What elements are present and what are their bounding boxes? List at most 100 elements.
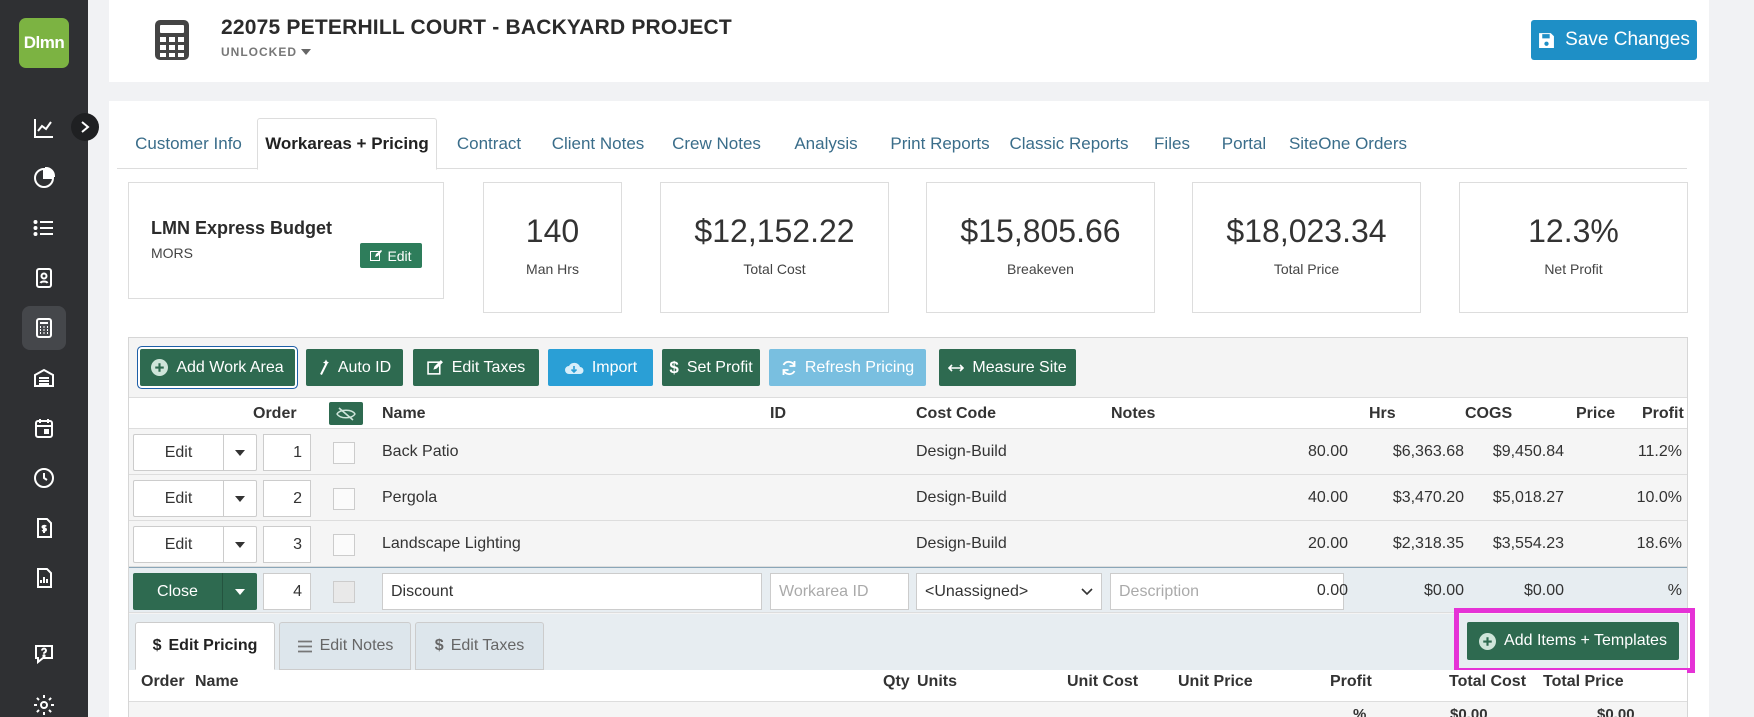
row-edit-button[interactable]: Edit	[134, 435, 224, 470]
row-options-dropdown[interactable]	[223, 573, 257, 610]
row-cost-code: Design-Build	[916, 489, 1007, 506]
chart-line-icon[interactable]	[22, 106, 66, 150]
save-changes-button[interactable]: Save Changes	[1531, 20, 1697, 60]
order-input[interactable]: 3	[263, 526, 311, 563]
app-logo[interactable]: Dlmn	[19, 18, 69, 68]
tab-crew-notes[interactable]: Crew Notes	[658, 118, 775, 169]
col-cost-code: Cost Code	[916, 405, 996, 422]
subtab-edit-notes[interactable]: Edit Notes	[279, 622, 411, 670]
save-changes-label: Save Changes	[1565, 29, 1690, 50]
budget-edit-button[interactable]: Edit	[360, 243, 422, 268]
refresh-pricing-button[interactable]: Refresh Pricing	[769, 349, 926, 386]
row-checkbox[interactable]	[333, 488, 355, 510]
col-units: Units	[917, 673, 957, 690]
row-edit-button[interactable]: Edit	[134, 527, 224, 562]
tab-print-reports[interactable]: Print Reports	[878, 118, 1002, 169]
row-profit: 10.0%	[1636, 489, 1682, 506]
pie-chart-icon[interactable]	[22, 156, 66, 200]
tab-classic-reports[interactable]: Classic Reports	[1003, 118, 1135, 169]
auto-id-button[interactable]: Auto ID	[306, 349, 403, 386]
sidebar: Dlmn	[0, 0, 88, 717]
order-input[interactable]: 2	[263, 480, 311, 517]
refresh-icon	[782, 360, 796, 375]
add-work-area-label: Add Work Area	[176, 358, 284, 376]
import-button[interactable]: Import	[548, 349, 653, 386]
row-options-dropdown[interactable]	[224, 481, 256, 516]
row-checkbox[interactable]	[333, 442, 355, 464]
row-edit-split-button: Edit	[133, 434, 257, 471]
tab-contract[interactable]: Contract	[439, 118, 539, 169]
settings-gear-icon[interactable]	[22, 683, 66, 717]
list-icon[interactable]	[22, 206, 66, 250]
workarea-name-input[interactable]: Discount	[382, 573, 762, 610]
contact-card-icon[interactable]	[22, 256, 66, 300]
stat-value: $15,805.66	[960, 213, 1121, 249]
tab-client-notes[interactable]: Client Notes	[539, 118, 657, 169]
row-edit-split-button: Edit	[133, 480, 257, 517]
subtab-edit-taxes[interactable]: $ Edit Taxes	[415, 622, 544, 670]
col-qty: Qty	[883, 673, 910, 690]
calculator-icon[interactable]	[22, 306, 66, 350]
add-work-area-button[interactable]: Add Work Area	[140, 349, 295, 386]
tab-analysis[interactable]: Analysis	[775, 118, 877, 169]
clock-icon[interactable]	[22, 456, 66, 500]
tab-customer-info[interactable]: Customer Info	[117, 118, 260, 169]
line-item-profit: %	[1353, 706, 1367, 717]
measure-site-button[interactable]: Measure Site	[939, 349, 1076, 386]
help-chat-icon[interactable]	[22, 632, 66, 676]
eye-slash-icon	[336, 406, 356, 421]
stat-card-total-price: $18,023.34 Total Price	[1192, 182, 1421, 313]
row-hrs: 40.00	[1307, 489, 1348, 506]
stat-value: 12.3%	[1528, 213, 1619, 249]
row-cogs: $0.00	[1423, 582, 1464, 599]
stat-label: Total Price	[1273, 261, 1340, 277]
row-price: $3,554.23	[1492, 535, 1564, 552]
refresh-pricing-label: Refresh Pricing	[804, 358, 915, 376]
stat-card-man-hrs: 140 Man Hrs	[483, 182, 622, 313]
row-options-dropdown[interactable]	[224, 435, 256, 470]
col-order: Order	[253, 405, 297, 422]
stat-value: $12,152.22	[694, 213, 855, 249]
tab-siteone-orders[interactable]: SiteOne Orders	[1282, 118, 1414, 169]
order-input[interactable]: 4	[263, 573, 311, 610]
sidebar-collapse-button[interactable]	[71, 113, 99, 141]
arrows-horizontal-icon	[948, 363, 965, 372]
col-profit: Profit	[1330, 673, 1372, 690]
invoice-icon[interactable]	[22, 506, 66, 550]
row-options-dropdown[interactable]	[224, 527, 256, 562]
dollar-icon: $	[669, 357, 679, 377]
tab-portal[interactable]: Portal	[1208, 118, 1280, 169]
caret-down-icon	[235, 541, 245, 548]
warehouse-icon[interactable]	[22, 356, 66, 400]
order-input[interactable]: 1	[263, 434, 311, 471]
row-price: $0.00	[1523, 582, 1564, 599]
row-hrs: 0.00	[1316, 582, 1348, 599]
auto-id-label: Auto ID	[337, 358, 392, 376]
row-edit-button[interactable]: Edit	[134, 481, 224, 516]
report-icon[interactable]	[22, 556, 66, 600]
set-profit-label: Set Profit	[686, 358, 753, 376]
workarea-table-header: Order Name ID Cost Code Notes Hrs COGS P…	[129, 397, 1687, 429]
set-profit-button[interactable]: $ Set Profit	[662, 349, 760, 386]
row-edit-split-button: Edit	[133, 526, 257, 563]
cost-code-select[interactable]: <Unassigned>	[916, 573, 1102, 610]
workarea-id-input[interactable]: Workarea ID	[770, 573, 909, 610]
notes-description-input[interactable]: Description	[1110, 573, 1344, 610]
pencil-square-icon	[427, 360, 443, 375]
edit-taxes-button[interactable]: Edit Taxes	[413, 349, 539, 386]
row-checkbox[interactable]	[333, 581, 355, 603]
dollar-icon: $	[152, 637, 162, 654]
row-checkbox[interactable]	[333, 534, 355, 556]
tab-files[interactable]: Files	[1137, 118, 1207, 169]
stat-card-net-profit: 12.3% Net Profit	[1459, 182, 1688, 313]
lock-status-dropdown[interactable]: UNLOCKED	[221, 45, 312, 59]
subtab-edit-pricing[interactable]: $ Edit Pricing	[135, 622, 275, 670]
col-name: Name	[382, 405, 426, 422]
col-unit-cost: Unit Cost	[1067, 673, 1139, 690]
toggle-visibility-button[interactable]	[329, 402, 363, 425]
row-close-button[interactable]: Close	[133, 573, 223, 610]
row-cost-code: Design-Build	[916, 535, 1007, 552]
cloud-download-icon	[564, 362, 584, 374]
tab-workareas-pricing[interactable]: Workareas + Pricing	[257, 118, 437, 170]
calendar-icon[interactable]	[22, 406, 66, 450]
